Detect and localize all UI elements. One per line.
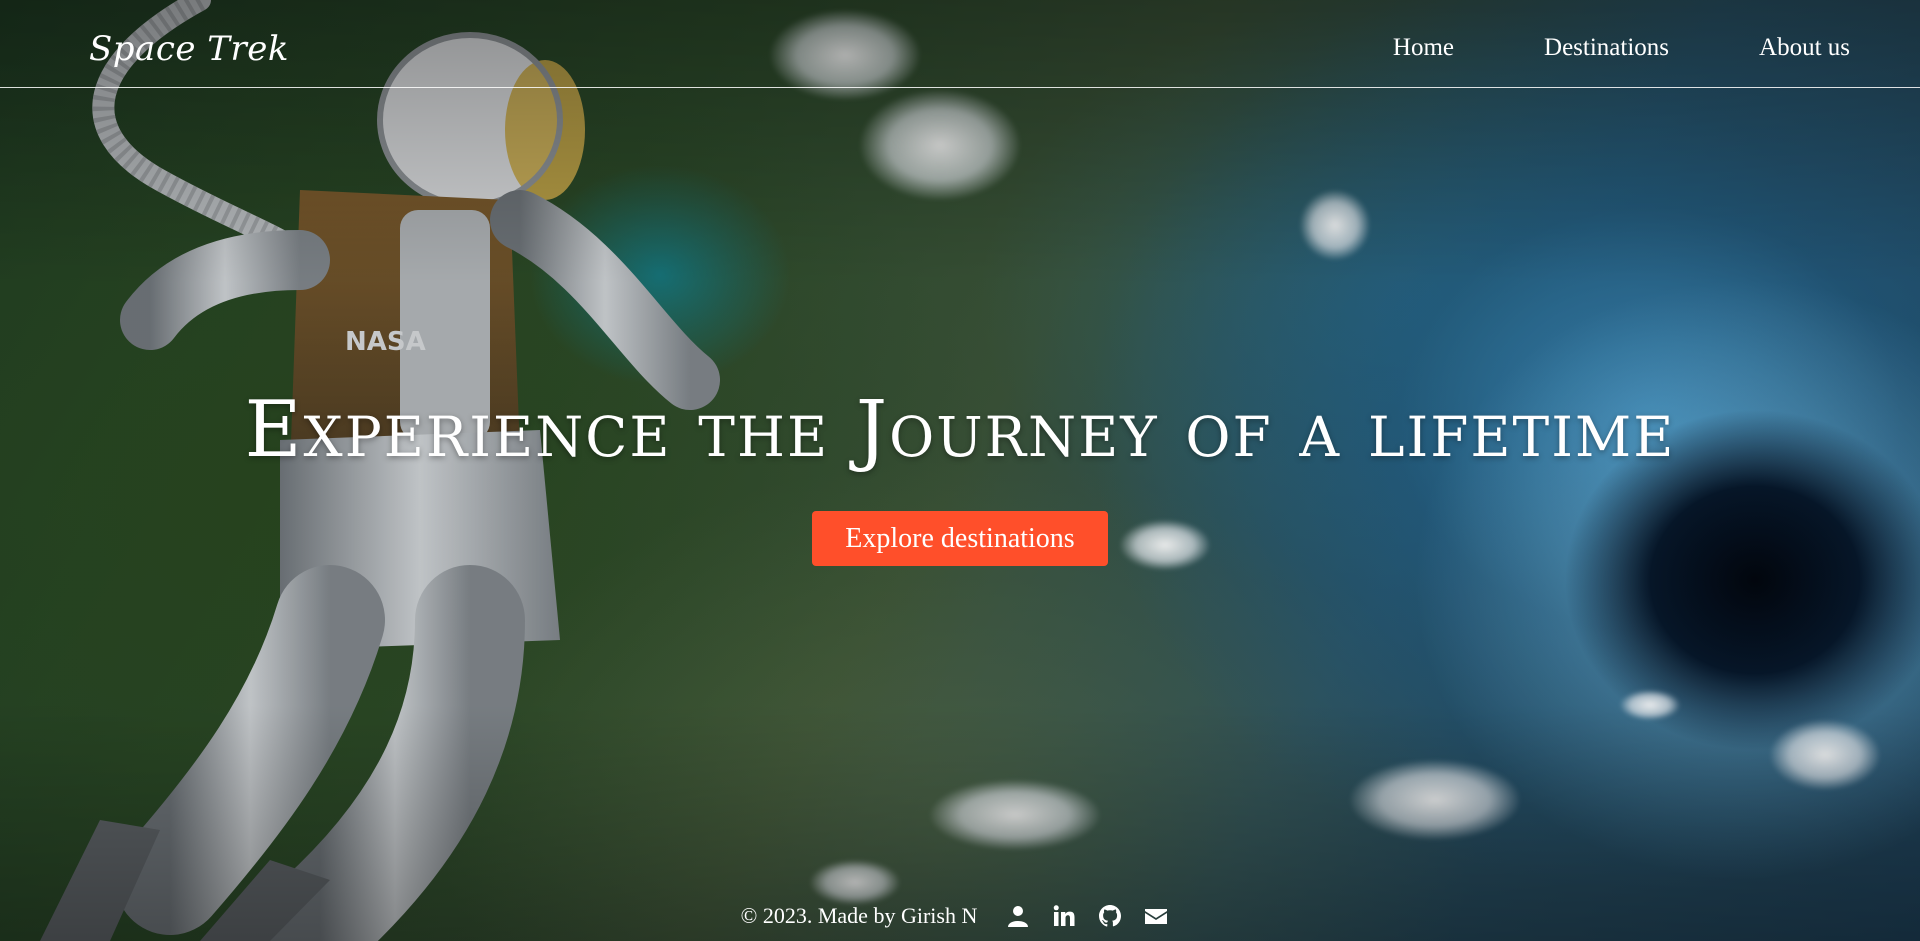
envelope-icon[interactable] (1143, 903, 1169, 929)
site-footer: © 2023. Made by Girish N (0, 891, 1920, 941)
nav-home-link[interactable]: Home (1393, 33, 1454, 63)
linkedin-icon[interactable] (1051, 903, 1077, 929)
nav-about-link[interactable]: About us (1759, 33, 1850, 63)
user-icon[interactable] (1005, 903, 1031, 929)
main-nav: Home Destinations About us (1303, 33, 1850, 63)
site-header: Space Trek Home Destinations About us (0, 0, 1920, 88)
hero-title: Experience the Journey of a lifetime (244, 385, 1676, 475)
nav-destinations-link[interactable]: Destinations (1544, 33, 1669, 63)
explore-destinations-button[interactable]: Explore destinations (812, 511, 1108, 566)
github-icon[interactable] (1097, 903, 1123, 929)
copyright-text: © 2023. Made by Girish N (740, 903, 978, 928)
brand-logo-link[interactable]: Space Trek (89, 26, 289, 72)
